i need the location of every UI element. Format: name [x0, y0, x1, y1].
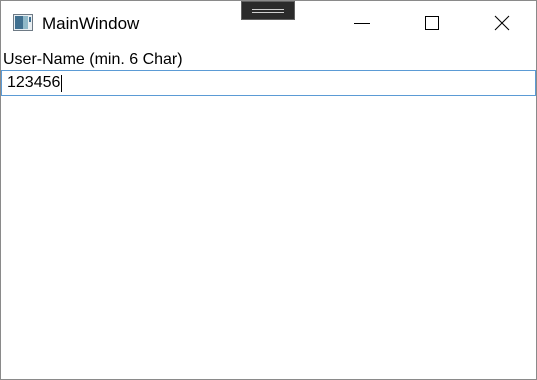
main-window: MainWindow User-Name (min. 6 Char) 12345… — [0, 0, 537, 380]
text-caret — [61, 74, 63, 92]
close-icon — [494, 15, 510, 31]
username-input[interactable]: 123456 — [1, 70, 536, 96]
minimize-button[interactable] — [327, 1, 397, 46]
window-icon — [13, 14, 33, 31]
maximize-button[interactable] — [397, 1, 467, 46]
close-button[interactable] — [467, 1, 537, 46]
minimize-icon — [354, 23, 370, 24]
window-title: MainWindow — [42, 14, 140, 33]
maximize-icon — [425, 16, 439, 30]
drag-handle[interactable] — [241, 1, 295, 20]
title-bar[interactable]: MainWindow — [1, 1, 536, 46]
username-input-value: 123456 — [7, 74, 61, 91]
username-label: User-Name (min. 6 Char) — [3, 51, 183, 68]
